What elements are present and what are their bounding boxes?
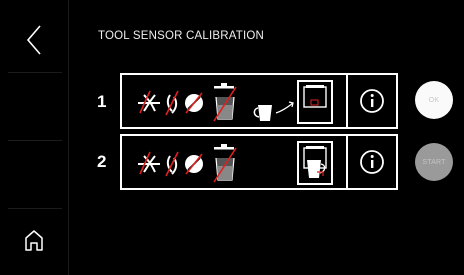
start-button[interactable]: START [415,143,453,181]
step-number-2: 2 [97,152,107,171]
step-1-illustration [138,80,333,124]
sidebar-separator [8,72,62,73]
sidebar-divider [68,0,69,275]
info-button-1[interactable] [348,75,396,127]
chevron-left-icon [26,25,41,55]
back-button[interactable] [16,20,56,60]
sidebar-separator [8,140,62,141]
home-icon [25,230,43,251]
measuring-cup-icon [253,105,272,121]
appliance-with-cup-icon [297,141,333,185]
appliance-icon [297,80,333,124]
lid-and-bowl-icon [214,144,235,181]
sidebar [0,0,68,275]
lid-and-bowl-icon [214,83,235,120]
calibration-step-card-1 [120,73,398,129]
step-2-illustration [138,141,333,185]
step-number-1: 1 [97,92,107,111]
ok-button[interactable]: OK [415,81,453,119]
info-icon [360,150,384,174]
page-title: TOOL SENSOR CALIBRATION [98,30,265,42]
insert-arrow-icon [275,102,294,114]
calibration-step-card-2 [120,134,398,190]
home-button[interactable] [16,222,52,258]
sidebar-separator [8,208,62,209]
info-icon [360,89,384,113]
info-button-2[interactable] [348,136,396,188]
